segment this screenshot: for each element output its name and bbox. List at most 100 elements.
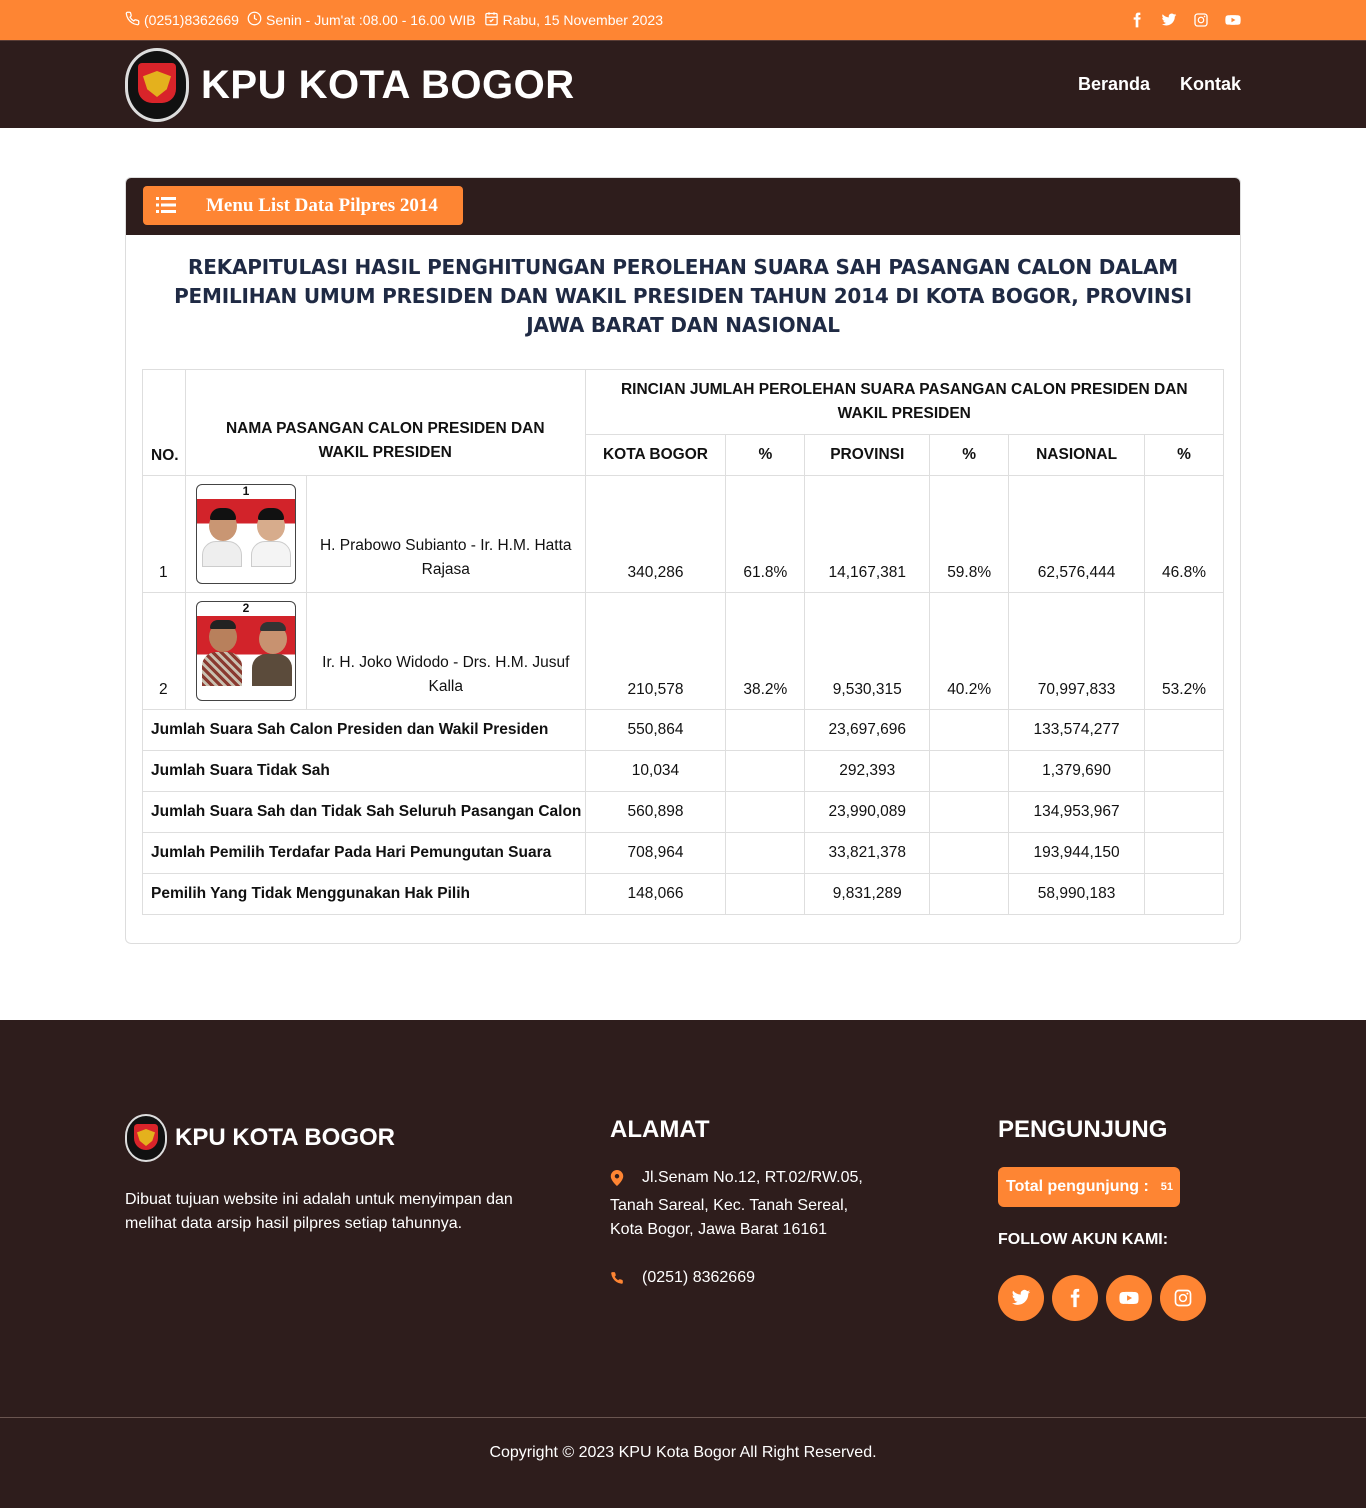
cell-pct-nasional: 53.2% <box>1144 592 1224 710</box>
empty-cell <box>725 832 806 874</box>
address-line: Jl.Senam No.12, RT.02/RW.05, <box>642 1169 863 1186</box>
cell-pct-kota: 61.8% <box>725 475 806 593</box>
results-table: NO. NAMA PASANGAN CALON PRESIDEN DAN WAK… <box>142 369 1225 915</box>
visitor-counter: Total pengunjung : 51 <box>998 1167 1180 1207</box>
topbar-date: Rabu, 15 November 2023 <box>502 12 663 28</box>
top-bar: (0251)8362669 Senin - Jum'at :08.00 - 16… <box>0 0 1366 40</box>
summary-nasional: 58,990,183 <box>1008 873 1146 915</box>
summary-provinsi: 292,393 <box>804 750 931 792</box>
summary-nasional: 193,944,150 <box>1008 832 1146 874</box>
summary-label: Pemilih Yang Tidak Menggunakan Hak Pilih <box>142 873 586 915</box>
empty-cell <box>725 750 806 792</box>
summary-row: Jumlah Suara Sah Calon Presiden dan Waki… <box>142 709 1224 751</box>
empty-cell <box>725 709 806 751</box>
table-row: 1 1 H. Prabowo Subianto - Ir. H.M. Hatta… <box>142 475 1224 593</box>
data-card: Menu List Data Pilpres 2014 REKAPITULASI… <box>125 177 1241 944</box>
footer-brand-title: KPU KOTA BOGOR <box>175 1124 395 1151</box>
photo-cell: 1 <box>184 475 307 593</box>
visitor-count: 51 <box>1160 1181 1174 1193</box>
footer-brand[interactable]: KPU KOTA BOGOR <box>125 1114 395 1162</box>
facebook-icon[interactable] <box>1129 12 1145 28</box>
cell-pct-kota: 38.2% <box>725 592 806 710</box>
summary-kota: 148,066 <box>584 873 727 915</box>
summary-kota: 10,034 <box>584 750 727 792</box>
candidate-photo: 1 <box>195 484 296 584</box>
phone-icon <box>125 11 140 29</box>
table-row: 2 2 Ir. H. Joko Widodo - Drs. H.M. Jusuf… <box>142 592 1224 710</box>
summary-kota: 708,964 <box>584 832 727 874</box>
empty-cell <box>929 791 1010 833</box>
empty-cell <box>929 750 1010 792</box>
cell-pct-nasional: 46.8% <box>1144 475 1224 593</box>
brand[interactable]: KPU KOTA BOGOR <box>125 48 575 122</box>
summary-provinsi: 23,697,696 <box>804 709 931 751</box>
cell-pct-provinsi: 40.2% <box>929 592 1010 710</box>
empty-cell <box>1144 873 1224 915</box>
address-line: Kota Bogor, Jawa Barat 16161 <box>610 1221 828 1238</box>
cell-kota: 210,578 <box>584 592 727 710</box>
summary-nasional: 133,574,277 <box>1008 709 1146 751</box>
summary-nasional: 1,379,690 <box>1008 750 1146 792</box>
menu-list-label: Menu List Data Pilpres 2014 <box>206 194 438 216</box>
candidate-name: Ir. H. Joko Widodo - Drs. H.M. Jusuf Kal… <box>305 592 586 710</box>
row-no: 1 <box>142 475 186 593</box>
visitor-label: Total pengunjung : <box>1006 1178 1149 1195</box>
empty-cell <box>725 791 806 833</box>
footer-description: Dibuat tujuan website ini adalah untuk m… <box>125 1191 513 1232</box>
topbar-hours: Senin - Jum'at :08.00 - 16.00 WIB <box>265 12 476 28</box>
summary-provinsi: 33,821,378 <box>804 832 931 874</box>
empty-cell <box>929 832 1010 874</box>
footer: KPU KOTA BOGOR Dibuat tujuan website ini… <box>0 1020 1366 1508</box>
empty-cell <box>1144 791 1224 833</box>
nav-kontak[interactable]: Kontak <box>1180 74 1241 95</box>
photo-number: 2 <box>242 601 250 615</box>
photo-number: 1 <box>242 484 250 498</box>
summary-row: Pemilih Yang Tidak Menggunakan Hak Pilih… <box>142 873 1224 915</box>
address-heading: ALAMAT <box>610 1116 710 1143</box>
row-no: 2 <box>142 592 186 710</box>
summary-row: Jumlah Suara Tidak Sah 10,034 292,393 1,… <box>142 750 1224 792</box>
nav-beranda[interactable]: Beranda <box>1078 74 1150 95</box>
footer-address: Jl.Senam No.12, RT.02/RW.05, Tanah Sarea… <box>610 1166 863 1294</box>
facebook-icon[interactable] <box>1052 1275 1098 1321</box>
footer-divider <box>0 1417 1366 1418</box>
empty-cell <box>1144 832 1224 874</box>
cell-kota: 340,286 <box>584 475 727 593</box>
empty-cell <box>929 873 1010 915</box>
summary-provinsi: 23,990,089 <box>804 791 931 833</box>
calendar-icon <box>484 11 499 29</box>
summary-nasional: 134,953,967 <box>1008 791 1146 833</box>
empty-cell <box>929 709 1010 751</box>
footer-phone: (0251) 8362669 <box>642 1269 755 1286</box>
visitors-heading: PENGUNJUNG <box>998 1116 1168 1143</box>
header-pct-provinsi: % <box>929 434 1010 476</box>
summary-label: Jumlah Suara Sah Calon Presiden dan Waki… <box>142 709 586 751</box>
youtube-icon[interactable] <box>1225 12 1241 28</box>
instagram-icon[interactable] <box>1193 12 1209 28</box>
cell-nasional: 62,576,444 <box>1008 475 1146 593</box>
instagram-icon[interactable] <box>1160 1275 1206 1321</box>
photo-cell: 2 <box>184 592 307 710</box>
twitter-icon[interactable] <box>1161 12 1177 28</box>
summary-row: Jumlah Suara Sah dan Tidak Sah Seluruh P… <box>142 791 1224 833</box>
address-line: Tanah Sareal, Kec. Tanah Sereal, <box>610 1197 849 1214</box>
candidate-name: H. Prabowo Subianto - Ir. H.M. Hatta Raj… <box>305 475 586 593</box>
header-kota-bogor: KOTA BOGOR <box>584 434 727 476</box>
header-pct-nasional: % <box>1144 434 1224 476</box>
header-provinsi: PROVINSI <box>804 434 931 476</box>
brand-title: KPU KOTA BOGOR <box>201 62 575 107</box>
summary-label: Jumlah Suara Sah dan Tidak Sah Seluruh P… <box>142 791 586 833</box>
address-text: Jl.Senam No.12, RT.02/RW.05, <box>642 1166 863 1194</box>
menu-list-button[interactable]: Menu List Data Pilpres 2014 <box>143 186 463 225</box>
twitter-icon[interactable] <box>998 1275 1044 1321</box>
summary-kota: 560,898 <box>584 791 727 833</box>
topbar-phone: (0251)8362669 <box>144 12 239 28</box>
header-nasional: NASIONAL <box>1008 434 1146 476</box>
header-pct-kota: % <box>725 434 806 476</box>
phone-icon <box>610 1266 624 1294</box>
list-icon <box>156 196 182 216</box>
navbar: KPU KOTA BOGOR Beranda Kontak <box>0 40 1366 128</box>
copyright: Copyright © 2023 KPU Kota Bogor All Righ… <box>489 1444 877 1461</box>
kpu-logo <box>125 1114 167 1162</box>
youtube-icon[interactable] <box>1106 1275 1152 1321</box>
